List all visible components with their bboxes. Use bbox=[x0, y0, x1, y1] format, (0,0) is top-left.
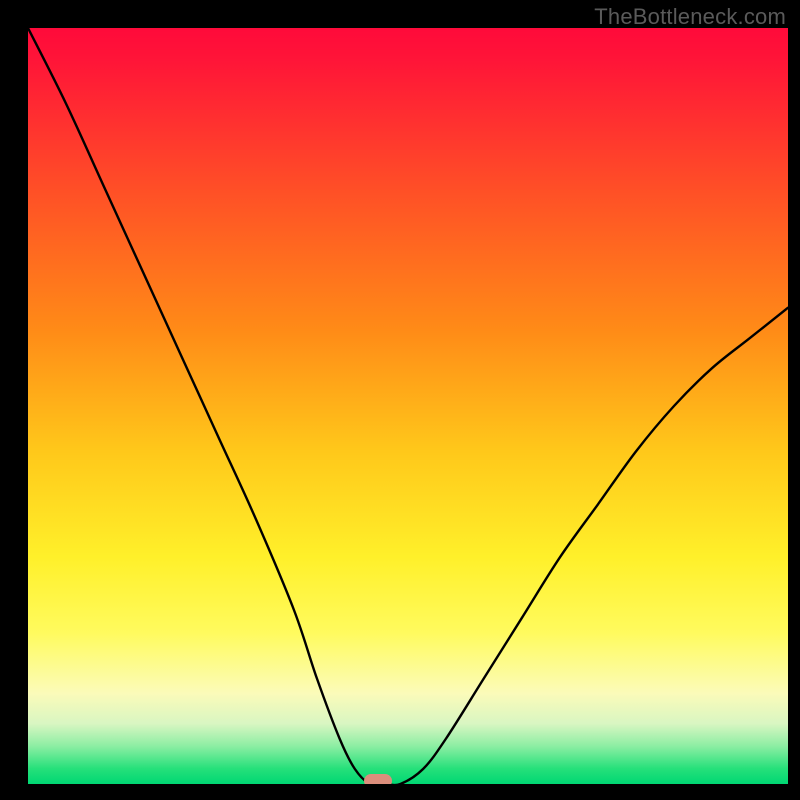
watermark-text: TheBottleneck.com bbox=[594, 4, 786, 30]
bottleneck-curve bbox=[28, 28, 788, 784]
optimum-marker bbox=[364, 774, 392, 784]
chart-frame: TheBottleneck.com bbox=[0, 0, 800, 800]
plot-area bbox=[28, 28, 788, 784]
